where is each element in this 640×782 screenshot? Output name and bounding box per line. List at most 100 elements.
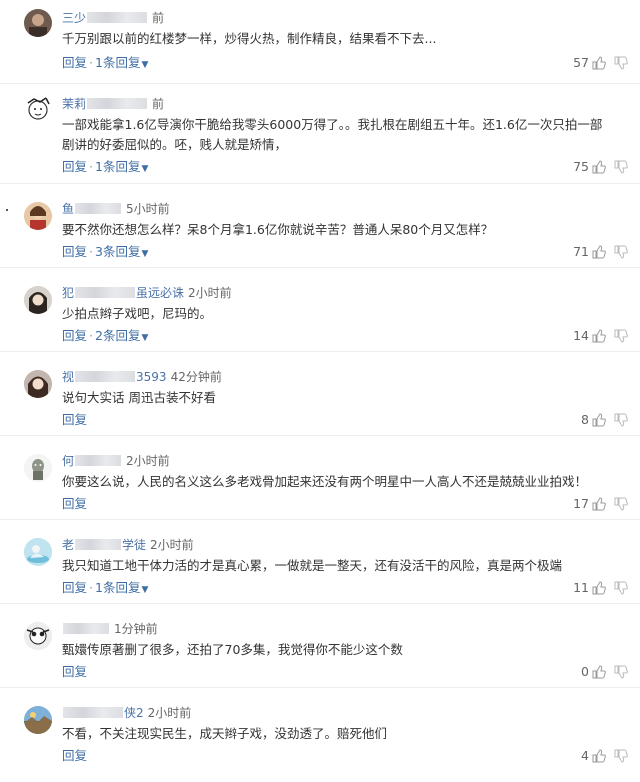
like-area: 17 (573, 496, 628, 512)
reply-button[interactable]: 回复 (62, 580, 87, 595)
thumb-up-icon[interactable] (592, 497, 606, 511)
like-area: 11 (573, 580, 628, 596)
comment-header: 犯 虽远必诛 2小时前 (62, 285, 232, 301)
comment-time: 前 (152, 11, 165, 25)
comment-actions: 回复 · 1条回复▼ (62, 159, 149, 174)
reply-button[interactable]: 回复 (62, 244, 87, 259)
thumb-down-icon[interactable] (614, 749, 628, 763)
avatar[interactable] (24, 706, 52, 734)
comment-header: 侠2 2小时前 (62, 705, 191, 721)
avatar[interactable] (24, 286, 52, 314)
thumb-up-icon[interactable] (592, 160, 606, 174)
view-replies-button[interactable]: 3条回复 (95, 244, 140, 259)
triangle-down-icon[interactable]: ▼ (141, 60, 148, 70)
username[interactable]: 何 (62, 454, 74, 468)
like-count: 11 (573, 580, 589, 595)
reply-button[interactable]: 回复 (62, 412, 87, 427)
view-replies-button[interactable]: 1条回复 (95, 159, 140, 174)
comment-actions: 回复 · 1条回复▼ (62, 55, 149, 70)
username[interactable]: 犯 (62, 286, 74, 300)
reply-button[interactable]: 回复 (62, 159, 87, 174)
comment-text: 你要这么说，人民的名义这么多老戏骨加起来还没有两个明星中一人高人不还是兢兢业业拍… (62, 474, 588, 489)
thumb-up-icon[interactable] (592, 245, 606, 259)
comment-header: 茉莉 前 (62, 96, 164, 112)
thumb-up-icon[interactable] (592, 56, 606, 70)
thumb-up-icon[interactable] (592, 749, 606, 763)
thumb-up-icon[interactable] (592, 413, 606, 427)
comment-actions: 回复 · 2条回复▼ (62, 328, 149, 343)
comment-item: 何 2小时前 你要这么说，人民的名义这么多老戏骨加起来还没有两个明星中一人高人不还… (0, 436, 640, 520)
thumb-down-icon[interactable] (614, 160, 628, 174)
username[interactable]: 茉莉 (62, 97, 86, 111)
avatar[interactable] (24, 622, 52, 650)
redacted-username (87, 12, 148, 23)
comment-text: 说句大实话 周迅古装不好看 (62, 390, 216, 405)
redacted-username (63, 707, 123, 718)
triangle-down-icon[interactable]: ▼ (141, 585, 148, 595)
triangle-down-icon[interactable]: ▼ (141, 164, 148, 174)
avatar[interactable] (24, 95, 52, 123)
view-replies-button[interactable]: 1条回复 (95, 580, 140, 595)
thumb-down-icon[interactable] (614, 665, 628, 679)
comment-text: 千万别跟以前的红楼梦一样，炒得火热，制作精良，结果看不下去... (62, 31, 437, 46)
comment-header: 何 2小时前 (62, 453, 170, 469)
thumb-down-icon[interactable] (614, 413, 628, 427)
comment-text: 甄嬛传原著删了很多，还拍了70多集，我觉得你不能少这个数 (62, 642, 403, 657)
thumb-up-icon[interactable] (592, 581, 606, 595)
triangle-down-icon[interactable]: ▼ (141, 333, 148, 343)
comment-actions: 回复 · 3条回复▼ (62, 244, 149, 259)
reply-button[interactable]: 回复 (62, 328, 87, 343)
avatar[interactable] (24, 370, 52, 398)
reply-button[interactable]: 回复 (62, 748, 87, 763)
comment-item: 视 3593 42分钟前 说句大实话 周迅古装不好看 回复 8 (0, 352, 640, 436)
redacted-username (75, 455, 122, 466)
reply-button[interactable]: 回复 (62, 664, 87, 679)
username-suffix[interactable]: 虽远必诛 (136, 286, 184, 300)
username-suffix[interactable]: 侠2 (124, 706, 144, 720)
thumb-down-icon[interactable] (614, 329, 628, 343)
avatar[interactable] (24, 9, 52, 37)
redacted-username (87, 98, 148, 109)
comment-text: 要不然你还想怎么样？呆8个月拿1.6亿你就说辛苦？普通人呆80个月又怎样？ (62, 222, 494, 237)
thumb-down-icon[interactable] (614, 497, 628, 511)
comment-text: 不看，不关注现实民生，成天辫子戏，没劲透了。赔死他们 (62, 726, 388, 741)
username[interactable]: 视 (62, 370, 74, 384)
reply-button[interactable]: 回复 (62, 496, 87, 511)
avatar[interactable] (24, 538, 52, 566)
username[interactable]: 鱼 (62, 202, 74, 216)
avatar[interactable] (24, 454, 52, 482)
comment-time: 2小时前 (150, 538, 194, 552)
thumb-up-icon[interactable] (592, 329, 606, 343)
comment-item: 侠2 2小时前 不看，不关注现实民生，成天辫子戏，没劲透了。赔死他们 回复 4 (0, 688, 640, 772)
triangle-down-icon[interactable]: ▼ (141, 249, 148, 259)
comment-list: 三少前 千万别跟以前的红楼梦一样，炒得火热，制作精良，结果看不下去... 回复 ·… (0, 0, 640, 782)
comment-time: 2小时前 (188, 286, 232, 300)
comment-time: 2小时前 (126, 454, 170, 468)
comment-time: 5小时前 (126, 202, 170, 216)
reply-button[interactable]: 回复 (62, 55, 87, 70)
thumb-down-icon[interactable] (614, 245, 628, 259)
like-area: 0 (581, 664, 628, 680)
like-area: 4 (581, 748, 628, 764)
comment-item: 茉莉 前 一部戏能拿1.6亿导演你干脆给我零头6000万得了。。我扎根在剧组五十年… (0, 84, 640, 184)
comment-item: 鱼 5小时前 要不然你还想怎么样？呆8个月拿1.6亿你就说辛苦？普通人呆80个月又… (0, 184, 640, 268)
avatar[interactable] (24, 202, 52, 230)
comment-item: 老 学徒 2小时前 我只知道工地干体力活的才是真心累，一做就是一整天，还有没活干的风… (0, 520, 640, 604)
comment-header: 鱼 5小时前 (62, 201, 170, 217)
like-area: 57 (573, 55, 628, 71)
username[interactable]: 三少 (62, 11, 86, 25)
username-suffix[interactable]: 学徒 (122, 538, 146, 552)
like-count: 8 (581, 412, 589, 427)
thumb-down-icon[interactable] (614, 56, 628, 70)
username[interactable]: 老 (62, 538, 74, 552)
thumb-down-icon[interactable] (614, 581, 628, 595)
comment-actions: 回复 (62, 748, 87, 764)
view-replies-button[interactable]: 2条回复 (95, 328, 140, 343)
view-replies-button[interactable]: 1条回复 (95, 55, 140, 70)
redacted-username (75, 371, 136, 382)
thumb-up-icon[interactable] (592, 665, 606, 679)
comment-actions: 回复 · 1条回复▼ (62, 580, 149, 595)
comment-header: 老 学徒 2小时前 (62, 537, 194, 553)
username-suffix[interactable]: 3593 (136, 370, 167, 384)
comment-text: 一部戏能拿1.6亿导演你干脆给我零头6000万得了。。我扎根在剧组五十年。还1.… (62, 117, 603, 152)
